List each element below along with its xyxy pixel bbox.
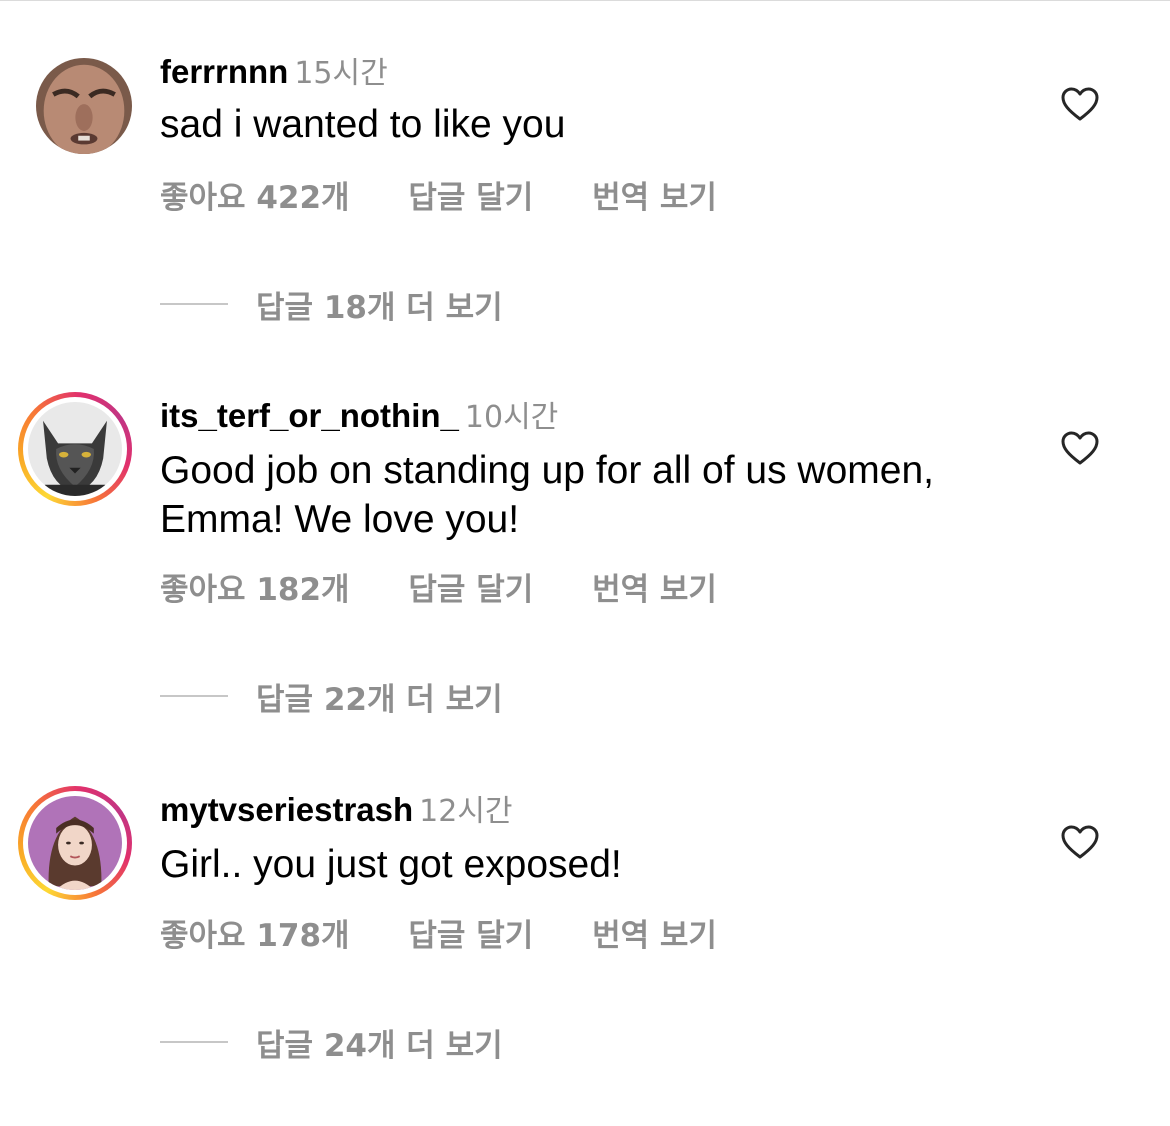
timestamp: 15시간	[294, 56, 388, 91]
avatar-ring	[18, 50, 132, 164]
comment-actions: 좋아요 178개 답글 달기 번역 보기	[160, 910, 717, 954]
comment-actions: 좋아요 182개 답글 달기 번역 보기	[160, 564, 717, 608]
comment-header: mytvseriestrash 12시간	[160, 786, 513, 830]
view-replies-label: 답글 24개 더 보기	[256, 1027, 503, 1064]
replies-divider	[160, 695, 228, 697]
view-replies-label: 답글 18개 더 보기	[256, 289, 503, 326]
timestamp: 12시간	[419, 794, 513, 829]
view-replies-button[interactable]: 답글 22개 더 보기	[160, 674, 503, 718]
username[interactable]: ferrrnnn	[160, 53, 288, 90]
view-replies-label: 답글 22개 더 보기	[256, 681, 503, 718]
comment-text: Good job on standing up for all of us wo…	[160, 449, 934, 541]
avatar-image	[28, 796, 122, 890]
like-heart-icon[interactable]	[1060, 430, 1100, 466]
translate-button[interactable]: 번역 보기	[592, 910, 717, 955]
translate-button[interactable]: 번역 보기	[592, 172, 717, 217]
like-heart-icon[interactable]	[1060, 824, 1100, 860]
view-replies-button[interactable]: 답글 18개 더 보기	[160, 282, 503, 326]
story-ring[interactable]	[18, 392, 132, 506]
comment-header: its_terf_or_nothin_ 10시간	[160, 392, 558, 436]
avatar-image	[28, 402, 122, 496]
comment-item: its_terf_or_nothin_ 10시간 Good job on stan…	[0, 392, 1170, 732]
reply-button[interactable]: 답글 달기	[408, 172, 533, 217]
view-replies-button[interactable]: 답글 24개 더 보기	[160, 1020, 503, 1064]
translate-button[interactable]: 번역 보기	[592, 564, 717, 609]
reply-button[interactable]: 답글 달기	[408, 910, 533, 955]
story-ring[interactable]	[18, 786, 132, 900]
replies-divider	[160, 303, 228, 305]
avatar	[28, 402, 122, 496]
avatar	[28, 796, 122, 890]
likes-count[interactable]: 좋아요 422개	[160, 172, 350, 217]
comment-text: sad i wanted to like you	[160, 103, 566, 146]
like-heart-icon[interactable]	[1060, 86, 1100, 122]
timestamp: 10시간	[464, 400, 559, 435]
comment-item: ferrrnnn 15시간 sad i wanted to like you 좋아…	[0, 48, 1170, 388]
avatar[interactable]	[36, 58, 132, 154]
likes-count[interactable]: 좋아요 178개	[160, 910, 350, 955]
likes-count[interactable]: 좋아요 182개	[160, 564, 350, 609]
reply-button[interactable]: 답글 달기	[408, 564, 533, 609]
username[interactable]: mytvseriestrash	[160, 791, 413, 828]
replies-divider	[160, 1041, 228, 1043]
avatar-image	[36, 58, 132, 154]
comment-text: Girl.. you just got exposed!	[160, 843, 622, 886]
comment-header: ferrrnnn 15시간	[160, 48, 388, 92]
top-divider	[0, 0, 1170, 1]
username[interactable]: its_terf_or_nothin_	[160, 397, 459, 434]
comment-item: mytvseriestrash 12시간 Girl.. you just got …	[0, 786, 1170, 1126]
comment-actions: 좋아요 422개 답글 달기 번역 보기	[160, 172, 717, 216]
